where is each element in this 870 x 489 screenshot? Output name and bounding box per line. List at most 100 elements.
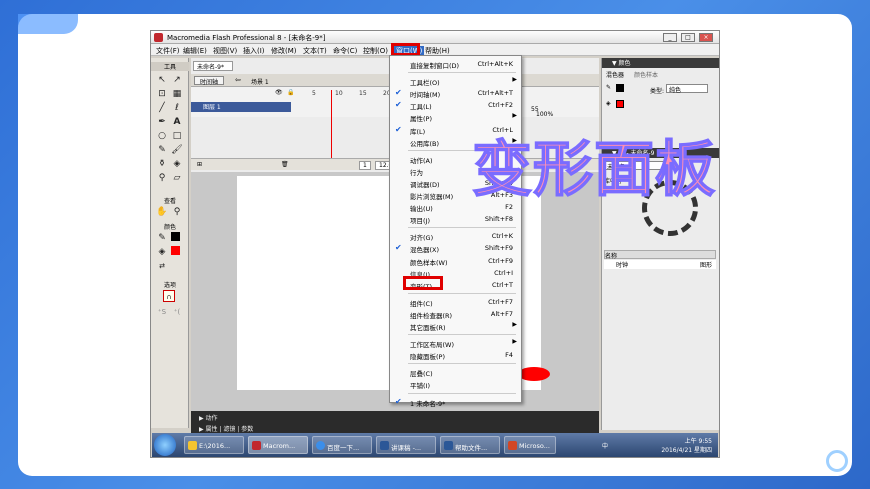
eraser-icon[interactable]: ▱ (171, 172, 183, 184)
window-title: Macromedia Flash Professional 8 - [未命名-9… (167, 34, 326, 42)
window-menu-item[interactable]: ✔ 1 未命名-9* (390, 396, 521, 408)
fill-swatch[interactable] (171, 246, 180, 255)
document-tab[interactable]: 未命名-9* (193, 61, 233, 71)
system-tray: 中 上午 9:55 2016/4/21 星期四 (596, 435, 716, 455)
menu-item-shortcut: Ctrl+F7 (488, 297, 513, 306)
taskbar-item[interactable]: E:\2016... (184, 436, 244, 454)
window-menu-item[interactable]: 平铺(I) (390, 378, 521, 390)
library-item[interactable]: 时钟 图形 (604, 260, 716, 269)
menu-edit[interactable]: 编辑(E) (183, 46, 207, 56)
window-menu-item[interactable]: 对齐(G) Ctrl+K (390, 230, 521, 242)
lasso-tool-icon[interactable]: ℓ (171, 102, 183, 114)
oval-tool-icon[interactable]: ○ (156, 130, 168, 142)
stroke-color-icon[interactable]: ✎ (156, 232, 168, 244)
minimize-button[interactable]: _ (663, 33, 677, 42)
eye-icon[interactable]: 👁 (275, 89, 283, 96)
text-tool-icon[interactable]: A (171, 116, 183, 128)
clock-time[interactable]: 上午 9:55 (685, 436, 712, 445)
smooth-icon[interactable]: ⁺S (156, 306, 168, 318)
menu-commands[interactable]: 命令(C) (333, 46, 357, 56)
word-icon (380, 441, 389, 450)
stroke-swatch-panel[interactable] (616, 84, 624, 92)
window-menu-item[interactable]: ✔ 时间轴(M) Ctrl+Alt+T (390, 87, 521, 99)
rectangle-tool-icon[interactable]: □ (171, 130, 183, 142)
stroke-swatch[interactable] (171, 232, 180, 241)
mixer-tab[interactable]: 混色器 (606, 70, 624, 79)
straighten-icon[interactable]: ⁺( (171, 306, 183, 318)
taskbar-item[interactable]: 讲课稿 -... (376, 436, 436, 454)
free-transform-icon[interactable]: ⊡ (156, 88, 168, 100)
swatches-tab[interactable]: 颜色样本 (634, 70, 658, 79)
menu-view[interactable]: 视图(V) (213, 46, 237, 56)
window-menu-item[interactable]: 工具栏(O) ▶ (390, 75, 521, 87)
menu-item-shortcut: Alt+F7 (490, 309, 513, 318)
language-indicator[interactable]: 中 (602, 441, 608, 450)
timeline-button[interactable]: 时间轴 (194, 76, 224, 86)
snap-magnet-icon[interactable]: ∩ (163, 290, 175, 302)
menu-file[interactable]: 文件(F) (156, 46, 180, 56)
add-layer-icon[interactable]: ⊞ (197, 161, 202, 168)
window-menu-item[interactable]: 组件检查器(R) Alt+F7 (390, 308, 521, 320)
window-menu-item[interactable]: 隐藏面板(P) F4 (390, 349, 521, 361)
taskbar-item[interactable]: Macrom... (248, 436, 308, 454)
pencil-tool-icon[interactable]: ✎ (156, 144, 168, 156)
menu-item-shortcut: Ctrl+Alt+K (477, 60, 513, 68)
transform-item-highlight-box (403, 276, 443, 290)
window-menu-item[interactable]: 工作区布局(W) ▶ (390, 337, 521, 349)
view-label: 查看 (163, 198, 176, 205)
menu-control[interactable]: 控制(O) (363, 46, 388, 56)
taskbar: E:\2016... Macrom... 百度一下... 讲课稿 -... 帮助… (152, 433, 718, 457)
window-menu-item[interactable]: 层叠(C) (390, 366, 521, 378)
lock-icon[interactable]: 🔒 (287, 89, 294, 96)
type-select[interactable]: 纯色 (666, 84, 708, 94)
menu-insert[interactable]: 插入(I) (243, 46, 265, 56)
hand-tool-icon[interactable]: ✋ (156, 206, 168, 218)
close-button[interactable]: × (699, 33, 713, 42)
menu-text[interactable]: 文本(T) (303, 46, 327, 56)
maximize-button[interactable]: □ (681, 33, 695, 42)
subselection-tool-icon[interactable]: ↗ (171, 74, 183, 86)
paint-bucket-icon[interactable]: ◈ (171, 158, 183, 170)
start-button[interactable] (154, 434, 176, 456)
eyedropper-icon[interactable]: ⚲ (156, 172, 168, 184)
taskbar-item[interactable]: 百度一下... (312, 436, 372, 454)
window-menu-item[interactable]: ✔ 工具(L) Ctrl+F2 (390, 99, 521, 111)
window-menu-item[interactable]: 项目(J) Shift+F8 (390, 213, 521, 225)
window-menu-item[interactable]: 组件(C) Ctrl+F7 (390, 296, 521, 308)
color-panel-header[interactable]: ▼ 颜色 (602, 58, 719, 68)
menu-item-label: 直接复制窗口(D) (410, 62, 460, 70)
properties-panel: ▶ 动作 ▶ 属性 | 滤镜 | 参数 (191, 411, 599, 435)
zoom-tool-icon[interactable]: ⚲ (171, 206, 183, 218)
pen-tool-icon[interactable]: ✒ (156, 116, 168, 128)
ink-bottle-icon[interactable]: ⚱ (156, 158, 168, 170)
fill-transform-icon[interactable]: ▦ (171, 88, 183, 100)
menu-separator (408, 392, 516, 394)
window-menu-item[interactable]: 其它面板(R) ▶ (390, 320, 521, 332)
taskbar-item[interactable]: Microso... (504, 436, 556, 454)
window-menu-item[interactable]: 颜色样本(W) Ctrl+F9 (390, 255, 521, 267)
taskbar-item[interactable]: 帮助文件... (440, 436, 500, 454)
menu-item-shortcut: Shift+F9 (484, 244, 513, 253)
fill-color-icon[interactable]: ◈ (156, 246, 168, 258)
delete-layer-icon[interactable]: 🗑 (281, 161, 289, 168)
library-item-name: 时钟 (616, 262, 629, 269)
window-menu-item[interactable]: 直接复制窗口(D) Ctrl+Alt+K (390, 58, 521, 70)
brush-tool-icon[interactable]: 🖌 (171, 144, 183, 156)
window-menu-item[interactable]: ✔ 混色器(X) Shift+F9 (390, 242, 521, 254)
folder-icon (188, 441, 197, 450)
playhead[interactable] (331, 90, 335, 160)
back-arrow-icon[interactable]: ⇦ (235, 76, 241, 84)
selection-tool-icon[interactable]: ↖ (156, 74, 168, 86)
line-tool-icon[interactable]: ╱ (156, 102, 168, 114)
properties-tabs[interactable]: ▶ 属性 | 滤镜 | 参数 (199, 424, 253, 433)
menu-separator (408, 363, 516, 365)
fill-swatch-panel[interactable] (616, 100, 624, 108)
transform-panel-callout: 变形面板 (471, 134, 716, 206)
toolbox-header: 工具 (151, 62, 189, 71)
actions-panel-header[interactable]: ▶ 动作 (199, 413, 218, 422)
layer-row[interactable]: 图层 1 (191, 102, 291, 112)
swap-colors-icon[interactable]: ⇄ (156, 260, 168, 272)
red-ellipse-shape[interactable] (518, 367, 550, 381)
menu-modify[interactable]: 修改(M) (271, 46, 297, 56)
menu-item-label: 隐藏面板(P) (410, 353, 445, 362)
